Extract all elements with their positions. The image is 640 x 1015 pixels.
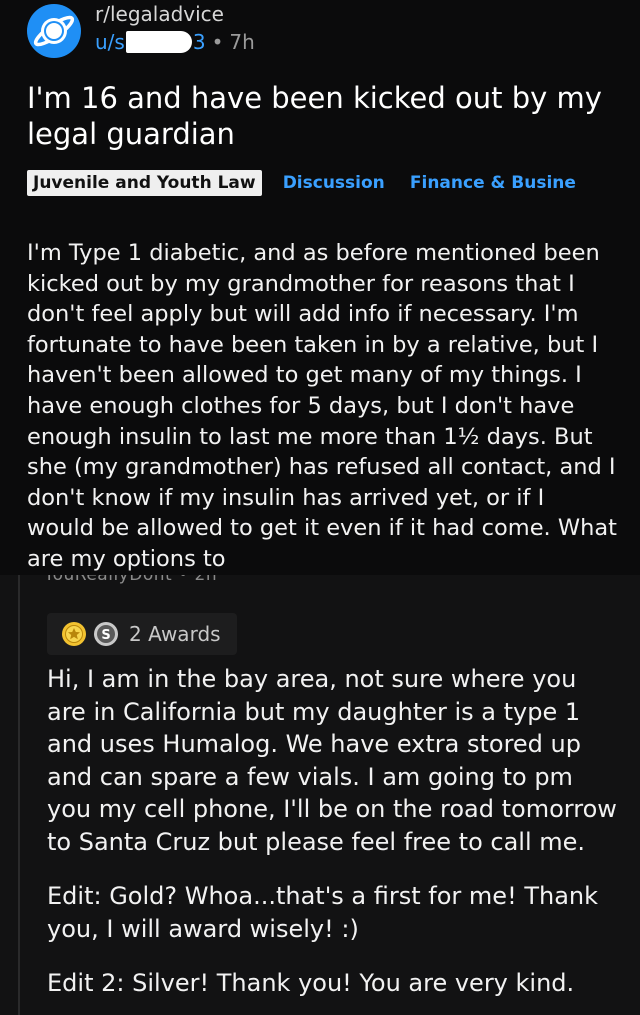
comment-body: Hi, I am in the bay area, not sure where… [47,663,622,1015]
meta-separator: • [211,30,224,54]
post-panel: r/legaladvice u/s 3 • 7h I'm 16 and have be… [0,0,640,575]
post-age: 7h [229,30,255,54]
flair-juvenile-youth-law[interactable]: Juvenile and Youth Law [27,170,262,196]
flair-row: Juvenile and Youth Law Discussion Financ… [27,170,640,198]
post-title[interactable]: I'm 16 and have been kicked out by my le… [27,80,617,152]
comment-paragraph: Edit 2: Silver! Thank you! You are very … [47,969,575,997]
awards-badge[interactable]: S 2 Awards [47,613,237,655]
username-redaction [125,31,192,53]
username-prefix[interactable]: u/s [95,30,125,54]
flair-discussion[interactable]: Discussion [279,170,389,196]
post-body: I'm Type 1 diabetic, and as before menti… [27,240,617,572]
username-suffix[interactable]: 3 [193,30,206,54]
comment-panel: YouReallyDont • 2h S 2 Awards Hi, I am i… [0,575,640,1015]
comment-author-line: YouReallyDont • 2h [44,575,218,585]
silver-award-icon: S [94,622,118,646]
thread-line[interactable] [18,575,20,1015]
subreddit-planet-icon[interactable] [27,4,81,58]
gold-award-icon [62,622,86,646]
subreddit-name[interactable]: r/legaladvice [95,2,224,26]
svg-text:S: S [101,628,110,643]
comment-paragraph: Edit: Gold? Whoa...that's a first for me… [47,882,599,943]
flair-finance-business[interactable]: Finance & Busine [406,170,580,196]
comment-paragraph: Hi, I am in the bay area, not sure where… [47,665,617,856]
post-meta: u/s 3 • 7h [95,30,255,54]
awards-count: 2 Awards [129,622,221,646]
